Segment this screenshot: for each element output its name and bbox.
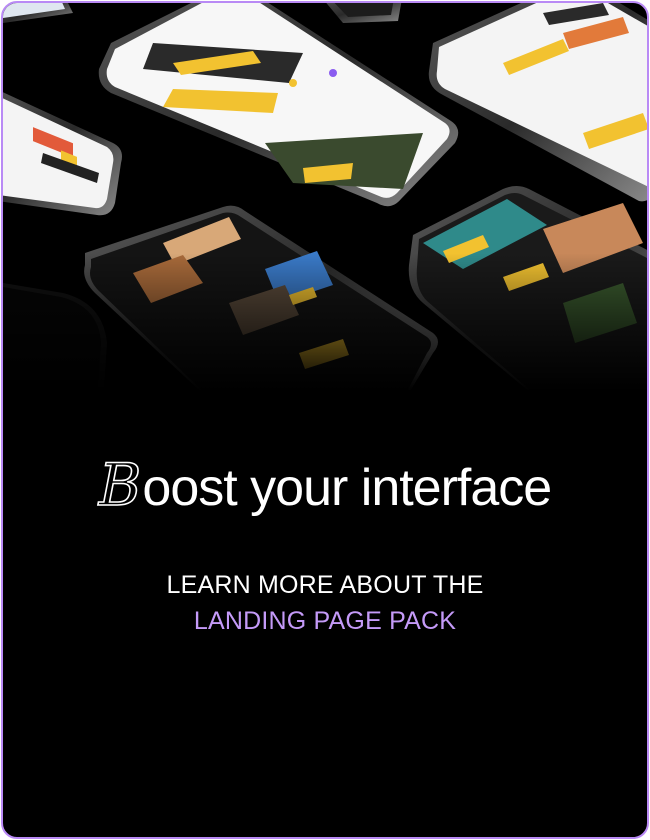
phone-mockups-image: [3, 3, 647, 403]
phone-left: [3, 92, 122, 216]
phone-main: [98, 3, 459, 207]
headline-initial: B: [98, 450, 142, 520]
phone-top-middle: [326, 3, 402, 23]
phone-top-left: [3, 3, 73, 23]
promo-card[interactable]: Boost your interface LEARN MORE ABOUT TH…: [1, 1, 649, 839]
phone-right-top: [428, 3, 647, 202]
hero-fade-overlay: [3, 253, 647, 403]
cta-line-1[interactable]: LEARN MORE ABOUT THE: [3, 571, 647, 600]
cta-line-2[interactable]: LANDING PAGE PACK: [3, 607, 647, 636]
headline: Boost your interface: [3, 450, 647, 520]
headline-text: oost your interface: [142, 459, 552, 517]
